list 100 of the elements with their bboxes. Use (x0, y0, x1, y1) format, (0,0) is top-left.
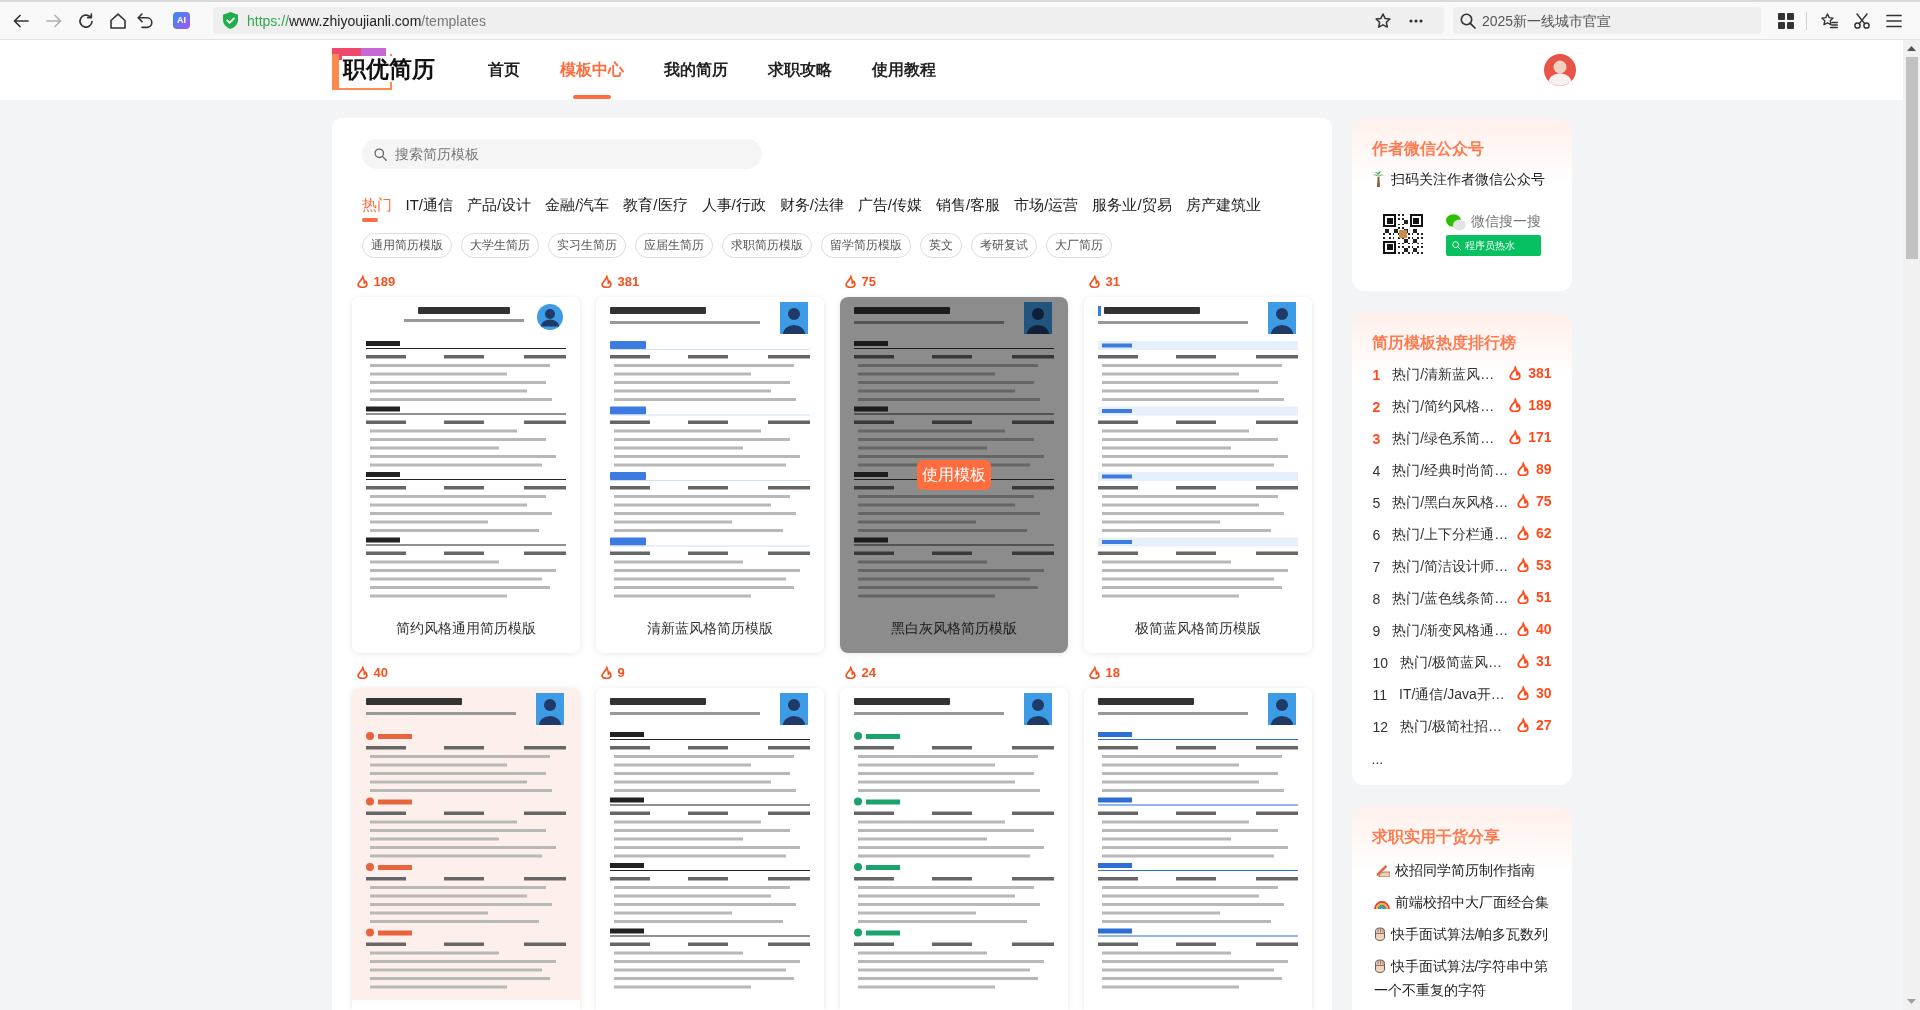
apps-grid-icon[interactable] (1778, 12, 1794, 29)
article-link[interactable]: 快手面试算法/帕多瓦数列 (1371, 922, 1552, 946)
popularity-count: 189 (373, 273, 396, 289)
ranking-link[interactable]: 热门/渐变风格通… (1392, 622, 1509, 640)
search-icon (373, 147, 387, 161)
ranking-link[interactable]: 热门/简洁设计师… (1392, 558, 1509, 576)
more-icon[interactable] (1409, 18, 1423, 23)
category-tab[interactable]: IT/通信 (405, 195, 453, 222)
popularity-count: 24 (861, 664, 876, 680)
card-title: 求职实用干货分享 (1371, 827, 1501, 848)
card-title: 简历模板热度排行榜 (1371, 333, 1517, 353)
category-tab[interactable]: 广告/传媒 (857, 195, 923, 222)
template-title: 极简蓝风格简历模版 (1133, 620, 1262, 638)
rank-number: 11 (1371, 687, 1388, 703)
scissors-icon[interactable] (1854, 12, 1870, 29)
article-link[interactable]: 快手面试算法/字符串中第一个不重复的字符 (1371, 954, 1552, 1002)
rank-number: 5 (1371, 495, 1381, 511)
nav-tab[interactable]: 使用教程 (871, 40, 936, 100)
popularity-count: 30 (1535, 684, 1552, 701)
popularity-count: 9 (617, 664, 625, 680)
article-link[interactable]: 校招同学简历制作指南 (1371, 858, 1552, 882)
rank-number: 1 (1371, 367, 1381, 383)
ranking-link[interactable]: 热门/上下分栏通… (1392, 526, 1509, 544)
qr-code-icon (1382, 214, 1423, 254)
flame-icon (1509, 397, 1522, 412)
popularity-count: 89 (1535, 460, 1552, 477)
wechat-icon (1445, 213, 1466, 231)
flame-icon (1516, 717, 1529, 732)
popularity-count: 27 (1535, 716, 1552, 733)
ranking-link[interactable]: 热门/简约风格… (1392, 398, 1495, 416)
popularity-count: 381 (1528, 364, 1552, 381)
category-tab[interactable]: 财务/法律 (779, 195, 844, 222)
template-search-field[interactable]: 搜索简历模板 (361, 139, 762, 169)
category-tab[interactable]: 教育/医疗 (623, 195, 688, 222)
popularity-count: 381 (617, 273, 640, 289)
popularity-count: 31 (1535, 652, 1552, 669)
flame-icon (600, 274, 612, 288)
flame-icon (1509, 429, 1522, 444)
user-avatar[interactable] (1543, 54, 1576, 86)
rank-number: 4 (1371, 463, 1381, 479)
more-ellipsis: ... (1371, 750, 1384, 769)
article-link[interactable]: 前端校招中大厂面经合集 (1371, 890, 1552, 914)
back-arrow-icon[interactable] (13, 12, 29, 29)
browser-search-field[interactable]: 2025新一线城市官宣 (1453, 7, 1761, 34)
rainbow-icon (1373, 899, 1390, 909)
ranking-link[interactable]: 热门/蓝色线条简… (1392, 590, 1509, 608)
flame-icon (1516, 493, 1529, 508)
ranking-link[interactable]: 热门/极简社招… (1400, 718, 1502, 736)
flame-icon (1516, 557, 1529, 572)
scrollbar-track[interactable] (1903, 40, 1920, 1010)
category-tab[interactable]: 金融/汽车 (545, 195, 610, 222)
flame-icon (1088, 274, 1100, 288)
bookmark-star-icon[interactable] (1375, 12, 1391, 29)
undo-icon[interactable] (137, 12, 153, 29)
scrollbar-thumb[interactable] (1905, 57, 1918, 259)
home-icon[interactable] (110, 12, 126, 29)
ranking-link[interactable]: 热门/黑白灰风格… (1392, 494, 1509, 512)
popularity-count: 189 (1528, 396, 1552, 413)
nav-tab[interactable]: 求职攻略 (767, 40, 832, 100)
ai-assistant-button[interactable]: AI (173, 12, 190, 29)
rank-number: 6 (1371, 527, 1381, 543)
category-tab[interactable]: 人事/行政 (701, 195, 766, 222)
wechat-search-label: 微信搜一搜 (1470, 213, 1541, 231)
rank-number: 12 (1371, 719, 1389, 735)
ranking-link[interactable]: 热门/绿色系简… (1392, 430, 1495, 448)
flame-icon (600, 665, 612, 679)
popularity-count: 171 (1528, 428, 1552, 445)
raised-fist-icon (1373, 959, 1386, 973)
category-tab[interactable]: 市场/运营 (1014, 195, 1079, 222)
flame-icon (1516, 685, 1529, 700)
favorites-icon[interactable] (1821, 12, 1838, 29)
category-tab[interactable]: 服务业/贸易 (1092, 195, 1172, 222)
category-tab[interactable]: 产品/设计 (467, 195, 532, 222)
scroll-up-arrow-icon[interactable] (1907, 46, 1916, 51)
ranking-link[interactable]: 热门/极简蓝风… (1400, 654, 1502, 672)
nav-tab[interactable]: 首页 (487, 40, 520, 100)
ranking-link[interactable]: IT/通信/Java开… (1399, 686, 1505, 704)
popularity-count: 40 (373, 664, 388, 680)
search-icon (1460, 12, 1476, 29)
flame-icon (1516, 589, 1529, 604)
flame-icon (844, 274, 856, 288)
rank-number: 7 (1371, 559, 1381, 575)
template-title: 简约风格通用简历模版 (394, 620, 537, 638)
rank-number: 10 (1371, 655, 1389, 671)
category-tab[interactable]: 销售/客服 (936, 195, 1001, 222)
reload-icon[interactable] (78, 12, 94, 29)
popularity-count: 40 (1535, 620, 1552, 637)
template-title: 清新蓝风格简历模版 (645, 620, 774, 638)
category-tab[interactable]: 房产建筑业 (1185, 195, 1261, 222)
flame-icon (1088, 665, 1100, 679)
popularity-count: 62 (1535, 524, 1552, 541)
address-field[interactable]: https://www.zhiyoujianli.com/templates (213, 7, 1444, 34)
ranking-link[interactable]: 热门/清新蓝风… (1392, 366, 1495, 384)
card-subtitle: 扫码关注作者微信公众号 (1390, 170, 1545, 189)
rank-number: 9 (1371, 623, 1381, 639)
rank-number: 2 (1371, 399, 1381, 415)
nav-tab[interactable]: 我的简历 (663, 40, 728, 100)
ranking-link[interactable]: 热门/经典时尚简… (1392, 462, 1509, 480)
menu-icon[interactable] (1886, 13, 1902, 28)
flame-icon (356, 665, 368, 679)
